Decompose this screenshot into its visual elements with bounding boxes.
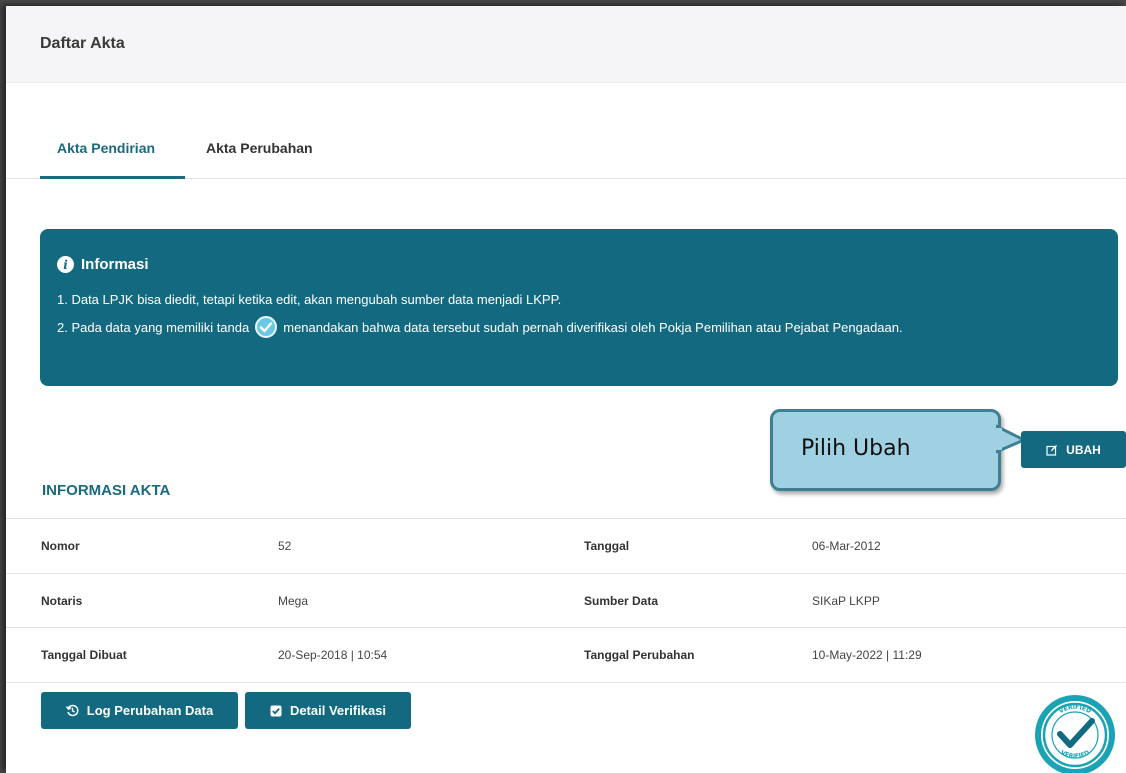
info-panel: i Informasi 1. Data LPJK bisa diedit, te… xyxy=(40,229,1118,386)
akta-info-table: Nomor 52 Tanggal 06-Mar-2012 Notaris Meg… xyxy=(6,518,1126,683)
row-label: Tanggal Dibuat xyxy=(41,648,127,662)
info-line-2-pre: 2. Pada data yang memiliki tanda xyxy=(57,319,250,335)
verified-stamp-icon: VERIFIED VERIFIED xyxy=(1035,695,1115,773)
info-heading: i Informasi xyxy=(57,256,149,273)
info-line-2-post: menandakan bahwa data tersebut sudah per… xyxy=(283,319,903,335)
callout-text: Pilih Ubah xyxy=(801,436,911,461)
callout-box: Pilih Ubah xyxy=(770,409,1001,491)
log-perubahan-data-button[interactable]: Log Perubahan Data xyxy=(41,692,238,729)
page-header: Daftar Akta xyxy=(6,6,1126,83)
checkbox-icon xyxy=(270,705,282,716)
table-row: Notaris Mega Sumber Data SIKaP LKPP xyxy=(6,574,1126,628)
app-window: Daftar Akta Akta Pendirian Akta Perubaha… xyxy=(6,6,1126,773)
table-row: Tanggal Dibuat 20-Sep-2018 | 10:54 Tangg… xyxy=(6,628,1126,683)
tab-bar: Akta Pendirian Akta Perubahan xyxy=(6,134,1126,179)
row-value: 10-May-2022 | 11:29 xyxy=(812,648,922,662)
row-value: Mega xyxy=(278,593,309,608)
detail-verifikasi-button[interactable]: Detail Verifikasi xyxy=(245,692,411,729)
log-button-label: Log Perubahan Data xyxy=(86,703,214,718)
edit-icon xyxy=(1046,444,1058,456)
row-label: Tanggal Perubahan xyxy=(584,648,695,662)
row-value: 52 xyxy=(278,539,292,553)
verified-check-icon xyxy=(255,316,278,338)
row-value: SIKaP LKPP xyxy=(812,593,880,608)
row-value: 06-Mar-2012 xyxy=(812,539,881,553)
info-line-2: 2. Pada data yang memiliki tanda menanda… xyxy=(57,316,903,338)
row-label: Sumber Data xyxy=(584,593,659,608)
ubah-button-label: UBAH xyxy=(1066,442,1101,457)
page-title: Daftar Akta xyxy=(40,35,125,52)
section-title: INFORMASI AKTA xyxy=(42,482,171,499)
table-row: Nomor 52 Tanggal 06-Mar-2012 xyxy=(6,519,1126,574)
ubah-button[interactable]: UBAH xyxy=(1021,431,1126,468)
tab-akta-pendirian[interactable]: Akta Pendirian xyxy=(40,134,185,179)
history-icon xyxy=(65,704,79,717)
row-label: Tanggal xyxy=(584,539,630,553)
info-icon: i xyxy=(57,256,74,273)
detail-button-label: Detail Verifikasi xyxy=(289,703,387,718)
info-line-1: 1. Data LPJK bisa diedit, tetapi ketika … xyxy=(57,292,562,307)
info-title: Informasi xyxy=(81,256,149,273)
row-label: Nomor xyxy=(41,539,80,553)
row-value: 20-Sep-2018 | 10:54 xyxy=(278,648,388,662)
row-label: Notaris xyxy=(41,593,83,608)
tab-akta-perubahan[interactable]: Akta Perubahan xyxy=(206,134,313,179)
